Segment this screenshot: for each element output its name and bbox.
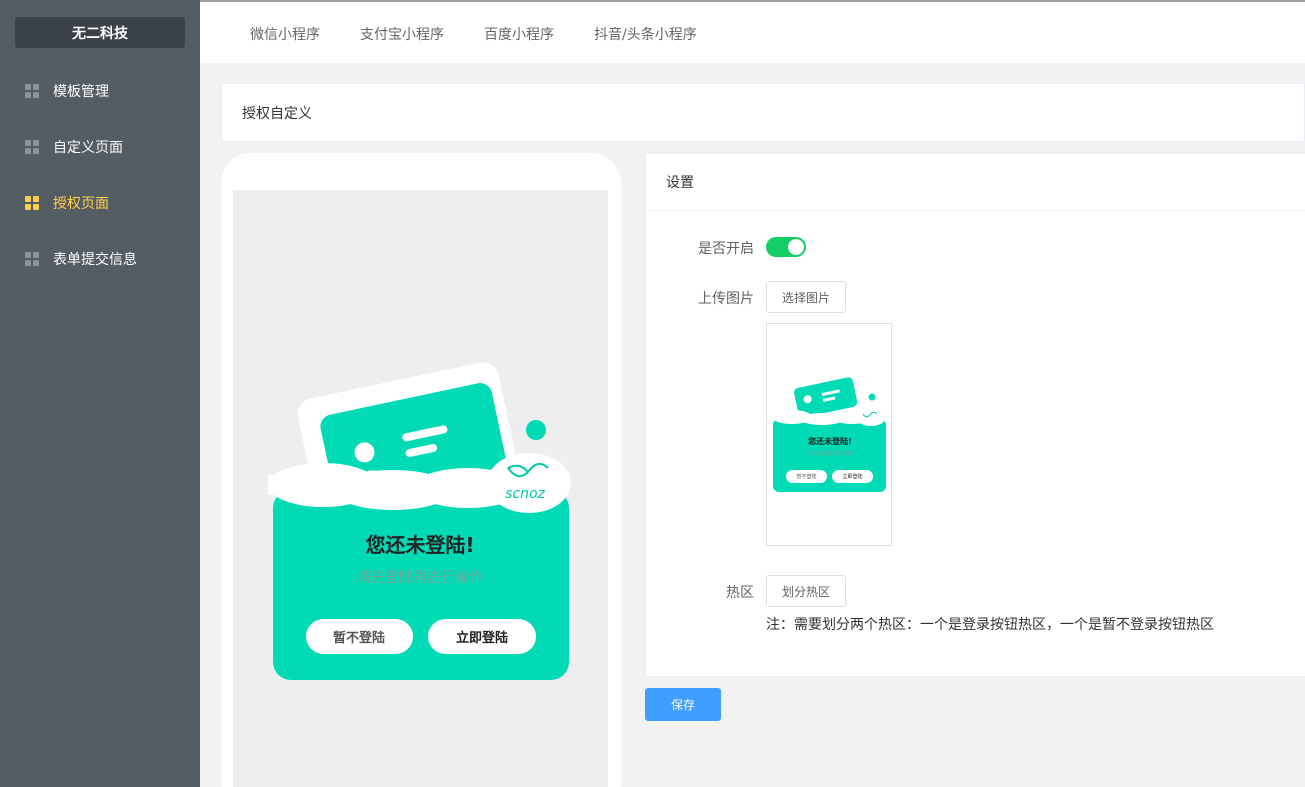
sidebar-item-label: 授权页面	[53, 196, 109, 212]
thumbnail-login-label: 立即登陆	[842, 474, 863, 480]
settings-header: 设置	[646, 154, 1305, 211]
brand-logo: 无二科技	[15, 17, 185, 48]
hotzone-note: 注：需要划分两个热区：一个是登录按钮热区，一个是暂不登录按钮热区	[766, 617, 1214, 633]
settings-title: 设置	[666, 175, 694, 191]
upload-label: 上传图片	[698, 291, 754, 307]
sidebar-item-template-management[interactable]: 模板管理	[0, 71, 200, 111]
thumbnail-illustration	[772, 377, 886, 492]
preview-subtext: 请先登陆再进行操作	[357, 570, 483, 586]
sidebar-item-label: 模板管理	[53, 84, 109, 100]
phone-preview: scnoz 您还未登陆! 请先登陆再进行操作 暂不登陆 立即登陆	[221, 153, 621, 787]
grid-icon	[25, 252, 39, 266]
sidebar-item-auth-page[interactable]: 授权页面	[0, 183, 200, 223]
preview-heading: 您还未登陆!	[365, 533, 474, 557]
tab-alipay[interactable]: 支付宝小程序	[360, 24, 444, 44]
login-prompt-illustration: scnoz 您还未登陆! 请先登陆再进行操作 暂不登陆 立即登陆	[268, 362, 571, 680]
grid-icon	[25, 84, 39, 98]
top-tab-bar: 微信小程序 支付宝小程序 百度小程序 抖音/头条小程序	[200, 0, 1305, 63]
thumbnail-heading: 您还未登陆!	[808, 437, 852, 446]
page-title-card: 授权自定义	[221, 83, 1305, 142]
sidebar-item-custom-page[interactable]: 自定义页面	[0, 127, 200, 167]
tab-wechat[interactable]: 微信小程序	[250, 24, 320, 44]
tab-douyin[interactable]: 抖音/头条小程序	[594, 24, 697, 44]
settings-panel: 设置 是否开启 上传图片 选择图片 您还未登陆! 请先登陆再进行操作 暂不登陆 …	[645, 153, 1305, 677]
page-title: 授权自定义	[242, 105, 312, 122]
sidebar-item-label: 自定义页面	[53, 140, 123, 156]
sidebar-item-label: 表单提交信息	[53, 252, 137, 268]
sidebar-item-form-submissions[interactable]: 表单提交信息	[0, 239, 200, 279]
grid-icon	[25, 196, 39, 210]
uploaded-image-thumbnail: 您还未登陆! 请先登陆再进行操作 暂不登陆 立即登陆	[766, 323, 892, 546]
grid-icon	[25, 140, 39, 154]
select-image-button[interactable]: 选择图片	[766, 281, 846, 313]
tab-baidu[interactable]: 百度小程序	[484, 24, 554, 44]
phone-screen: scnoz 您还未登陆! 请先登陆再进行操作 暂不登陆 立即登陆	[233, 190, 608, 787]
preview-skip-button: 暂不登陆	[333, 630, 385, 646]
thumbnail-skip-label: 暂不登陆	[796, 474, 817, 480]
toggle-knob	[788, 239, 804, 255]
enable-label: 是否开启	[698, 241, 754, 257]
thumbnail-subtext: 请先登陆再进行操作	[807, 451, 853, 457]
divide-hotzone-button[interactable]: 划分热区	[766, 575, 846, 607]
enable-toggle[interactable]	[766, 237, 806, 257]
hotzone-label: 热区	[726, 585, 754, 601]
save-button[interactable]: 保存	[645, 688, 721, 721]
sidebar: 无二科技 模板管理 自定义页面 授权页面 表单提交信息	[0, 0, 200, 787]
preview-login-button: 立即登陆	[456, 630, 508, 646]
logo-text: scnoz	[505, 486, 545, 502]
